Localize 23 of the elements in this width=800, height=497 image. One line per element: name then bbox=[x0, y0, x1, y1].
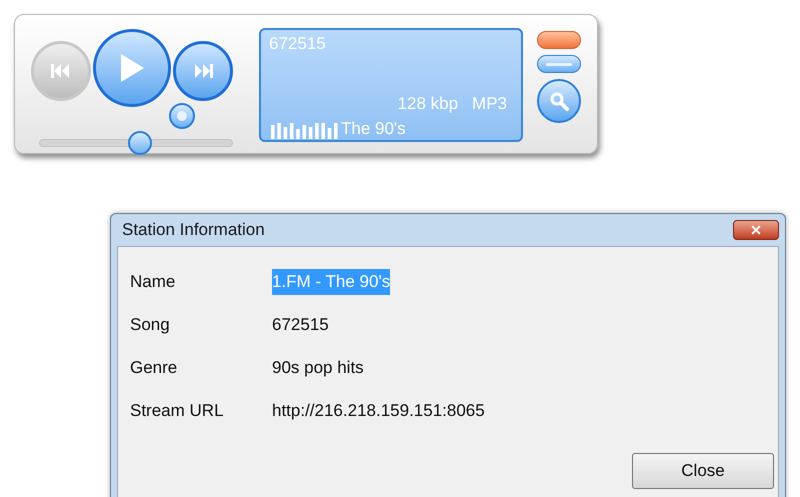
field-value: http://216.218.159.151:8065 bbox=[272, 400, 485, 422]
station-name: The 90's bbox=[341, 119, 406, 139]
round-button[interactable] bbox=[169, 103, 195, 129]
play-icon bbox=[119, 53, 145, 83]
field-label: Genre bbox=[130, 357, 178, 380]
song-title: 672515 bbox=[269, 34, 327, 54]
search-button[interactable] bbox=[537, 79, 581, 123]
previous-icon bbox=[51, 63, 71, 79]
slider-thumb[interactable] bbox=[128, 131, 152, 155]
window-title: Station Information bbox=[122, 219, 265, 242]
minimize-pill-button[interactable] bbox=[537, 55, 581, 73]
field-value: 672515 bbox=[272, 314, 329, 336]
bitrate-text: 128 kbp bbox=[398, 94, 458, 114]
field-label: Stream URL bbox=[130, 400, 225, 422]
search-icon bbox=[549, 91, 569, 111]
field-label: Name bbox=[130, 271, 176, 294]
field-label: Song bbox=[130, 314, 171, 336]
close-pill-button[interactable] bbox=[537, 31, 581, 49]
field-value: 90s pop hits bbox=[272, 357, 364, 380]
format-text: MP3 bbox=[472, 94, 507, 114]
next-icon bbox=[193, 63, 213, 79]
close-dialog-button[interactable]: Close bbox=[632, 453, 774, 489]
field-value: 1.FM - The 90's bbox=[272, 269, 390, 295]
